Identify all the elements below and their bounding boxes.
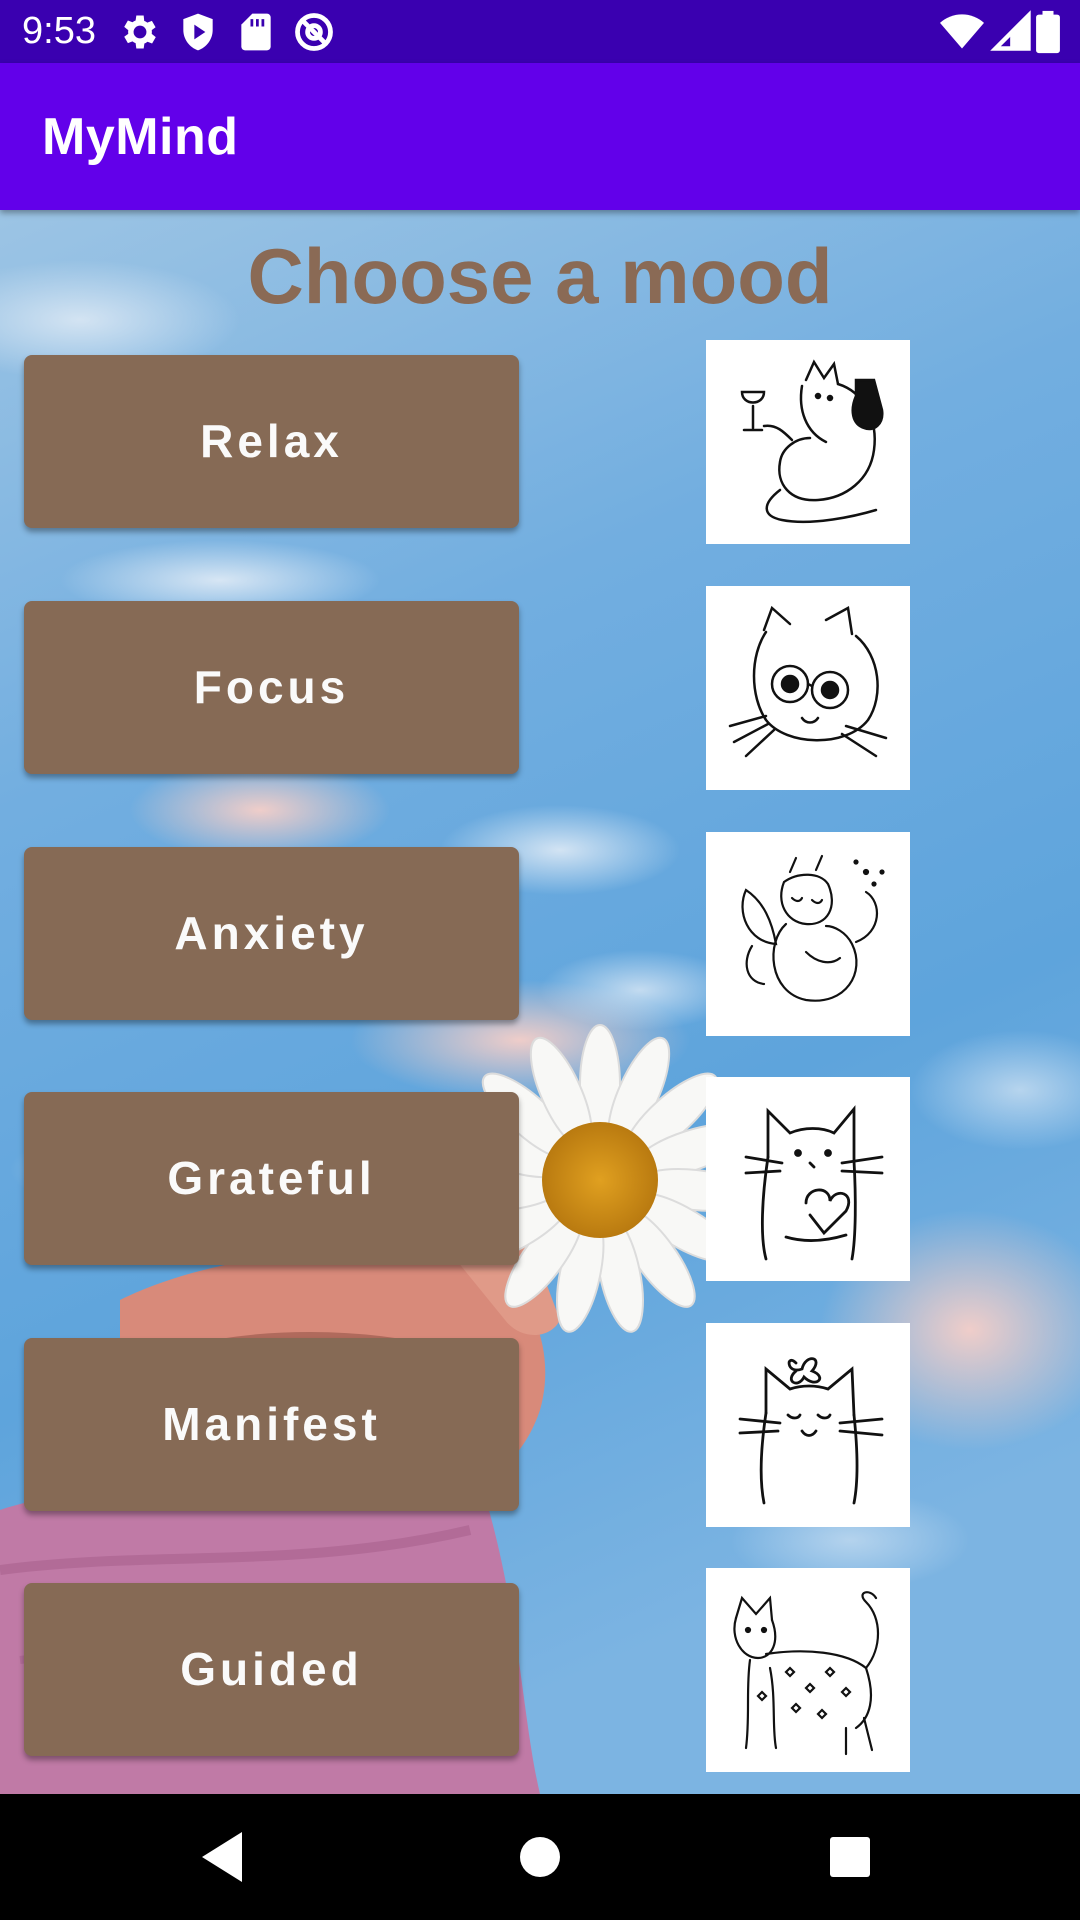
gear-icon	[118, 10, 162, 54]
cat-with-hearts-image	[706, 1568, 910, 1772]
manifest-button[interactable]: Manifest	[24, 1338, 519, 1511]
cat-holding-heart-image	[706, 1077, 910, 1281]
fairy-cat-image	[706, 832, 910, 1036]
cat-with-sunglasses-image	[706, 586, 910, 790]
anxiety-button[interactable]: Anxiety	[24, 847, 519, 1020]
cell-signal-icon	[990, 10, 1034, 54]
app-title: MyMind	[42, 108, 239, 166]
cat-with-bow-image	[706, 1323, 910, 1527]
relax-button[interactable]: Relax	[24, 355, 519, 528]
at-sign-icon	[292, 10, 336, 54]
battery-icon	[1034, 10, 1062, 54]
focus-button[interactable]: Focus	[24, 601, 519, 774]
page-title: Choose a mood	[247, 232, 833, 320]
mood-chooser: Choose a mood Relax Focus Anxiety Gratef…	[0, 210, 1080, 1794]
navigation-bar	[0, 1794, 1080, 1920]
recents-icon[interactable]	[815, 1822, 885, 1892]
back-icon[interactable]	[190, 1822, 260, 1892]
grateful-button[interactable]: Grateful	[24, 1092, 519, 1265]
sd-card-icon	[234, 10, 278, 54]
wifi-icon	[940, 10, 984, 54]
app-bar: MyMind	[0, 63, 1080, 210]
cat-with-wine-image	[706, 340, 910, 544]
play-protect-icon	[176, 10, 220, 54]
status-bar: 9:53	[0, 0, 1080, 63]
guided-button[interactable]: Guided	[24, 1583, 519, 1756]
status-time: 9:53	[22, 10, 96, 52]
screen: 9:53 MyMind Choose a mood Relax Focus An…	[0, 0, 1080, 1920]
home-icon[interactable]	[505, 1822, 575, 1892]
